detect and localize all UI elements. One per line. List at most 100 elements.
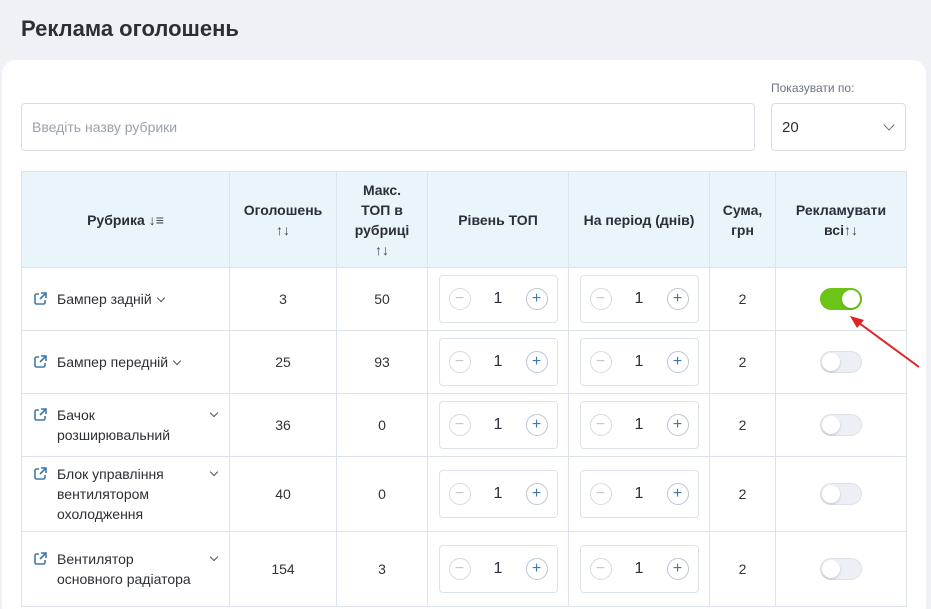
advertise-toggle[interactable] — [820, 483, 862, 505]
top-level-stepper[interactable]: − 1 + — [438, 545, 558, 593]
header-max-top[interactable]: Макс. ТОП в рубриці ↑↓ — [336, 171, 428, 268]
max-top-value: 0 — [336, 393, 428, 457]
search-input[interactable] — [21, 103, 755, 151]
top-level-stepper[interactable]: − 1 + — [438, 401, 558, 449]
top-level-cell: − 1 + — [427, 393, 569, 457]
external-link-icon[interactable] — [34, 355, 47, 368]
increment-button[interactable]: + — [666, 414, 689, 436]
decrement-button[interactable]: − — [448, 414, 471, 436]
max-top-value: 93 — [336, 330, 428, 394]
external-link-icon[interactable] — [34, 292, 47, 305]
period-cell: − 1 + — [568, 267, 710, 331]
period-stepper[interactable]: − 1 + — [579, 470, 699, 518]
advertise-toggle[interactable] — [820, 414, 862, 436]
increment-button[interactable]: + — [666, 351, 689, 373]
chevron-down-icon[interactable] — [156, 293, 165, 303]
increment-button[interactable]: + — [666, 558, 689, 580]
stepper-value: 1 — [493, 353, 503, 370]
header-advertise-all[interactable]: Рекламувати всі↑↓ — [775, 171, 907, 268]
rubric-name[interactable]: Вентилятор основного радіатора — [57, 549, 197, 589]
stepper-value: 1 — [493, 485, 503, 502]
top-level-cell: − 1 + — [427, 267, 569, 331]
stepper-value: 1 — [634, 416, 644, 433]
max-top-value: 3 — [336, 531, 428, 607]
header-period: На період (днів) — [568, 171, 710, 268]
sort-icon[interactable]: ↑↓ — [276, 222, 290, 238]
decrement-button[interactable]: − — [448, 351, 471, 373]
top-level-cell: − 1 + — [427, 330, 569, 394]
header-rubric[interactable]: Рубрика ↓≡ — [21, 171, 230, 268]
sum-value: 2 — [709, 330, 776, 394]
sort-icon[interactable]: ↑↓ — [375, 242, 389, 258]
chevron-down-icon[interactable] — [209, 408, 219, 418]
rubric-name[interactable]: Блок управління вентилятором охолодження — [57, 464, 197, 524]
advertise-toggle[interactable] — [820, 558, 862, 580]
rubric-name[interactable]: Бампер задній — [57, 289, 165, 309]
period-stepper[interactable]: − 1 + — [579, 275, 699, 323]
red-arrow-icon — [850, 316, 920, 368]
external-link-icon[interactable] — [34, 408, 47, 421]
ads-count: 40 — [229, 456, 337, 532]
toggle-knob — [842, 290, 860, 308]
decrement-button[interactable]: − — [448, 558, 471, 580]
top-level-stepper[interactable]: − 1 + — [438, 470, 558, 518]
table-row: Бампер передній 25 93−1 + −1 +2 — [21, 330, 907, 394]
advertise-toggle[interactable] — [820, 288, 862, 310]
top-level-stepper[interactable]: − 1 + — [438, 338, 558, 386]
increment-button[interactable]: + — [666, 483, 689, 505]
per-page-select[interactable]: 20 — [771, 103, 906, 151]
stepper-value: 1 — [634, 560, 644, 577]
table-row: Блок управління вентилятором охолодження… — [21, 456, 907, 532]
period-cell: − 1 + — [568, 330, 710, 394]
decrement-button[interactable]: − — [448, 483, 471, 505]
increment-button[interactable]: + — [525, 483, 548, 505]
decrement-button[interactable]: − — [589, 414, 612, 436]
header-top-level: Рівень ТОП — [427, 171, 569, 268]
stepper-value: 1 — [634, 290, 644, 307]
sort-icon[interactable]: ↓≡ — [149, 212, 164, 228]
increment-button[interactable]: + — [525, 414, 548, 436]
header-sum: Сума, грн — [709, 171, 776, 268]
chevron-down-icon[interactable] — [209, 467, 219, 477]
decrement-button[interactable]: − — [589, 483, 612, 505]
stepper-value: 1 — [634, 353, 644, 370]
period-stepper[interactable]: − 1 + — [579, 338, 699, 386]
rubric-cell: Вентилятор основного радіатора — [21, 531, 230, 607]
sort-icon[interactable]: ↑↓ — [844, 222, 858, 238]
external-link-icon[interactable] — [34, 467, 47, 480]
chevron-down-icon[interactable] — [172, 356, 182, 366]
period-cell: − 1 + — [568, 531, 710, 607]
header-ads[interactable]: Оголошень ↑↓ — [229, 171, 337, 268]
per-page-value: 20 — [782, 118, 799, 136]
rubric-name[interactable]: Бампер передній — [57, 352, 182, 372]
decrement-button[interactable]: − — [589, 288, 612, 310]
decrement-button[interactable]: − — [589, 558, 612, 580]
increment-button[interactable]: + — [525, 351, 548, 373]
rubric-name[interactable]: Бачок розширювальний — [57, 405, 197, 445]
period-cell: − 1 + — [568, 456, 710, 532]
toggle-knob — [822, 353, 840, 371]
rubric-cell: Бачок розширювальний — [21, 393, 230, 457]
toggle-knob — [822, 485, 840, 503]
table-row: Бачок розширювальний 36 0−1 + −1 +2 — [21, 393, 907, 457]
top-level-cell: − 1 + — [427, 456, 569, 532]
ads-count: 36 — [229, 393, 337, 457]
increment-button[interactable]: + — [666, 288, 689, 310]
toggle-knob — [822, 416, 840, 434]
advertise-cell — [775, 456, 907, 532]
top-level-stepper[interactable]: − 1 + — [438, 275, 558, 323]
stepper-value: 1 — [493, 560, 503, 577]
table-row: Вентилятор основного радіатора 154 3−1 + −1 +… — [21, 531, 907, 607]
rubrics-table: Рубрика ↓≡ Оголошень ↑↓ Макс. ТОП в рубр… — [21, 171, 907, 607]
increment-button[interactable]: + — [525, 288, 548, 310]
table-header-row: Рубрика ↓≡ Оголошень ↑↓ Макс. ТОП в рубр… — [21, 171, 907, 268]
chevron-down-icon[interactable] — [209, 552, 219, 562]
decrement-button[interactable]: − — [448, 288, 471, 310]
period-stepper[interactable]: − 1 + — [579, 545, 699, 593]
external-link-icon[interactable] — [34, 552, 47, 565]
decrement-button[interactable]: − — [589, 351, 612, 373]
stepper-value: 1 — [493, 416, 503, 433]
increment-button[interactable]: + — [525, 558, 548, 580]
period-cell: − 1 + — [568, 393, 710, 457]
period-stepper[interactable]: − 1 + — [579, 401, 699, 449]
